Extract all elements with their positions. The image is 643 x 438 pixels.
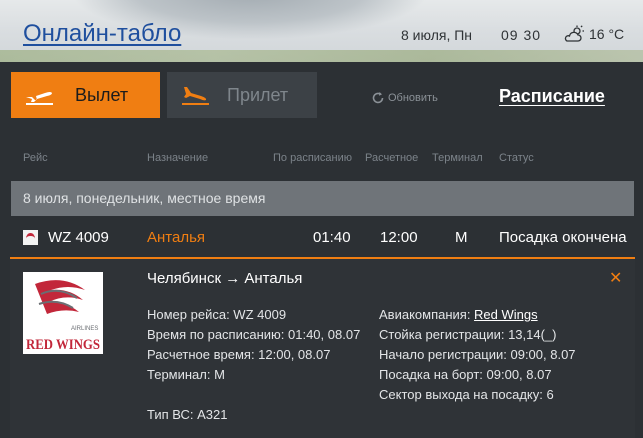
- plane-landing-icon: [182, 87, 209, 105]
- tab-departure-label: Вылет: [75, 84, 129, 105]
- schedule-link[interactable]: Расписание: [499, 86, 605, 107]
- detail-aircraft: Тип ВС: A321: [147, 407, 228, 422]
- detail-scheduled-time: Время по расписанию: 01:40, 08.07: [147, 327, 361, 342]
- partly-cloudy-icon: [564, 25, 584, 42]
- flight-estimated: 12:00: [380, 229, 418, 246]
- detail-boarding: Посадка на борт: 09:00, 8.07: [379, 367, 552, 382]
- logo-brand-text: RED WINGS: [26, 337, 100, 353]
- airline-link[interactable]: Red Wings: [474, 307, 538, 322]
- airline-logo: AIRLINES RED WINGS: [23, 272, 103, 354]
- airline-logo-small: [23, 230, 38, 245]
- page-title-link[interactable]: Онлайн-табло: [23, 20, 181, 48]
- weather-widget: 16 °C: [563, 25, 624, 43]
- logo-airlines-text: AIRLINES: [71, 326, 98, 332]
- tab-arrival[interactable]: Прилет: [167, 72, 317, 118]
- date-bar: 8 июля, понедельник, местное время: [11, 181, 634, 216]
- flight-destination: Анталья: [147, 229, 206, 246]
- header-time: 09 30: [501, 27, 542, 43]
- close-icon[interactable]: ✕: [609, 268, 622, 288]
- detail-airline-label: Авиакомпания:: [379, 307, 475, 322]
- col-estimated: Расчетное: [365, 152, 419, 164]
- detail-terminal: Терминал: M: [147, 367, 225, 382]
- refresh-icon: [372, 92, 384, 104]
- col-terminal: Терминал: [432, 152, 483, 164]
- detail-estimated-time: Расчетное время: 12:00, 08.07: [147, 347, 331, 362]
- col-scheduled: По расписанию: [273, 152, 353, 164]
- flight-number: WZ 4009: [48, 229, 109, 246]
- detail-checkin-desk: Стойка регистрации: 13,14(_): [379, 327, 557, 342]
- detail-checkin-start: Начало регистрации: 09:00, 8.07: [379, 347, 576, 362]
- tab-departure[interactable]: Вылет: [11, 72, 160, 118]
- plane-takeoff-icon: [26, 92, 53, 105]
- table-row[interactable]: WZ 4009 Анталья 01:40 12:00 M Посадка ок…: [0, 225, 643, 253]
- col-flight: Рейс: [23, 152, 48, 164]
- detail-gate: Сектор выхода на посадку: 6: [379, 387, 554, 402]
- refresh-button[interactable]: Обновить: [371, 91, 438, 105]
- flight-terminal: M: [455, 229, 468, 246]
- flight-scheduled: 01:40: [313, 229, 351, 246]
- route-title: Челябинск → Анталья: [147, 270, 303, 287]
- detail-flight-number: Номер рейса: WZ 4009: [147, 307, 287, 322]
- refresh-label: Обновить: [388, 92, 438, 104]
- flight-status: Посадка окончена: [499, 229, 627, 246]
- tab-arrival-label: Прилет: [227, 84, 289, 105]
- detail-airline: Авиакомпания: Red Wings: [379, 307, 538, 322]
- col-status: Статус: [499, 152, 534, 164]
- header-date: 8 июля, Пн: [401, 27, 473, 43]
- col-destination: Назначение: [147, 152, 209, 164]
- temperature: 16 °C: [589, 26, 625, 42]
